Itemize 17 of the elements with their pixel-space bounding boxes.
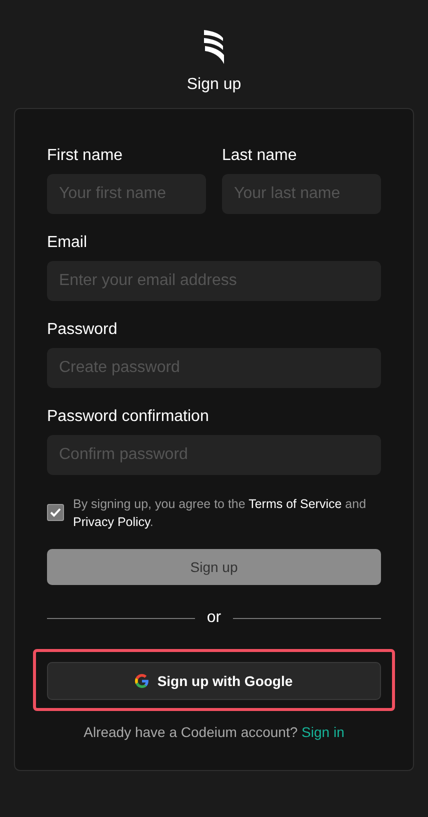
google-icon [135, 674, 150, 688]
field-label: First name [47, 147, 124, 165]
checkmark-icon [50, 508, 61, 517]
sign-in-prompt: Already have a Codeium account? Sign in [82, 724, 346, 740]
checkbox[interactable] [47, 504, 64, 521]
privacy-link[interactable]: Privacy Policy [73, 515, 150, 529]
field-label: Password confirmation [47, 408, 210, 426]
field-label: Email [47, 234, 88, 252]
google-sign-up-button[interactable]: Sign up with Google [47, 662, 381, 700]
field-label: Password [47, 321, 118, 339]
field-label: Last name [222, 147, 298, 165]
sign-in-link[interactable]: Sign in [302, 724, 344, 740]
logo-icon [202, 30, 226, 64]
page-title: Sign up [186, 76, 242, 94]
terms-link[interactable]: Terms of Service [248, 497, 342, 511]
agreement-text: By signing up, you agree to the Terms of Service and Privacy Policy. [73, 496, 368, 531]
or-text: or [206, 609, 222, 627]
